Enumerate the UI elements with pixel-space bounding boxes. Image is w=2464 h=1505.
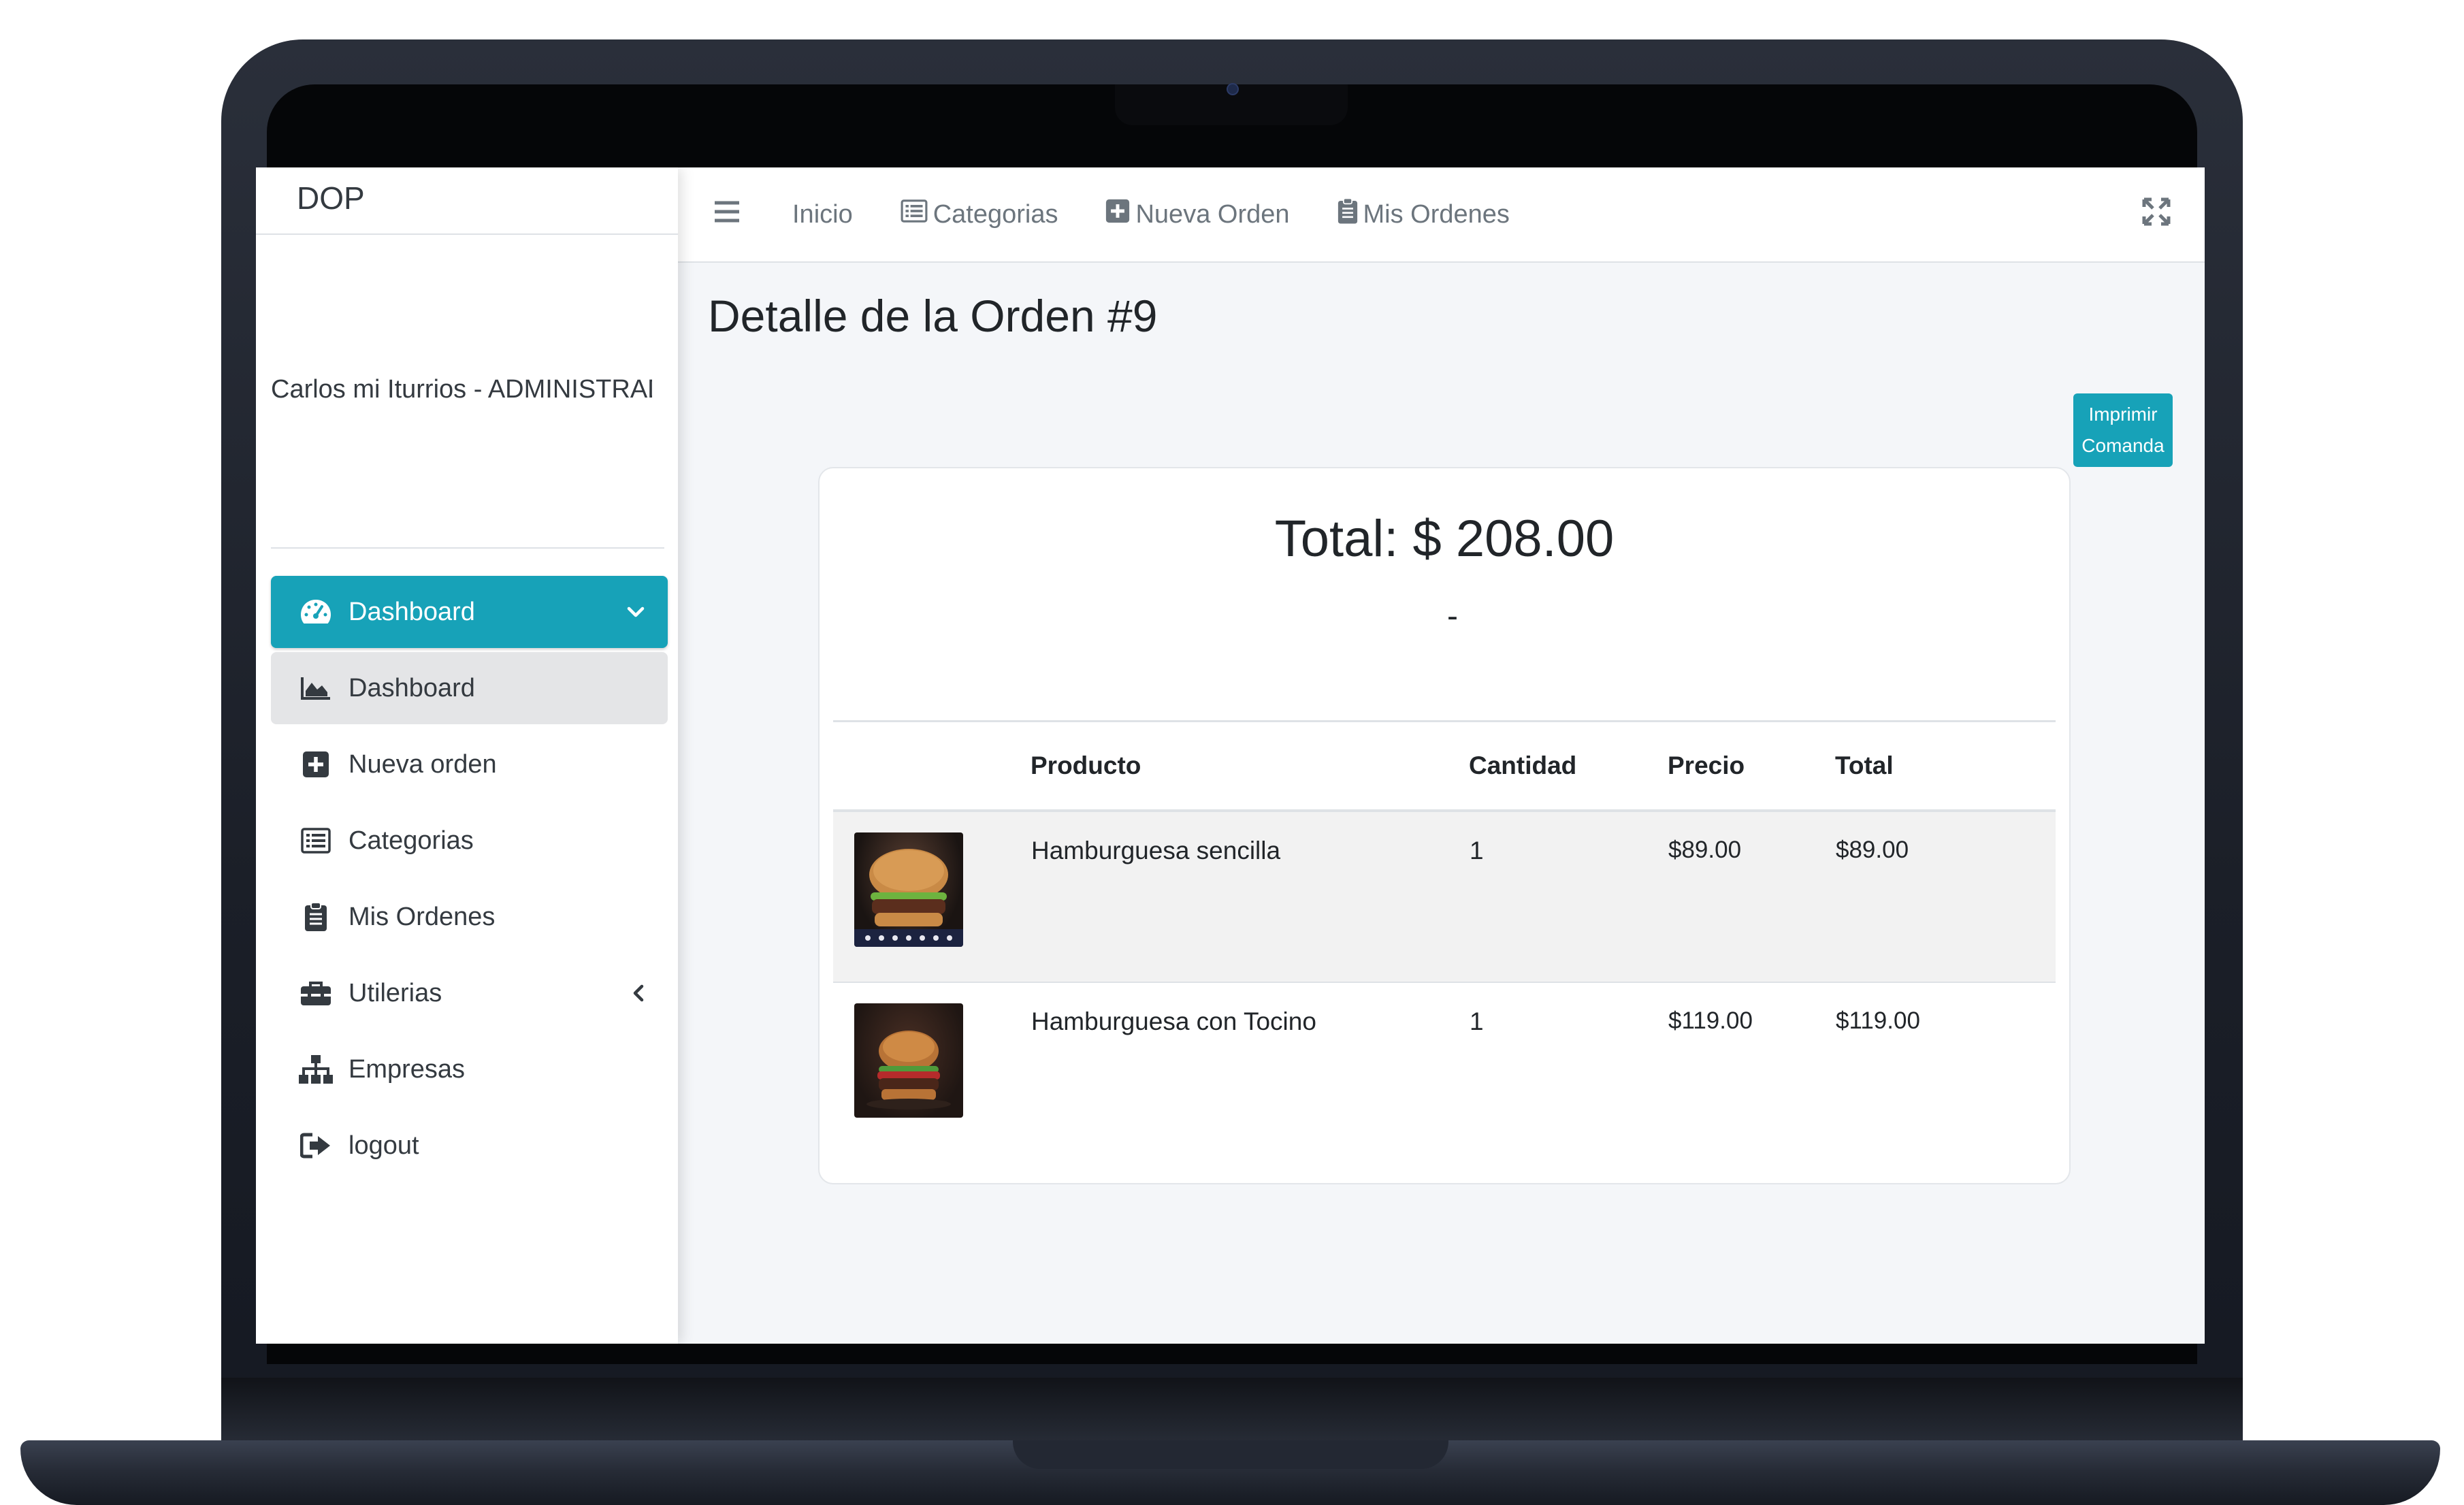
- table-row: Hamburguesa sencilla 1 $89.00 $89.00: [833, 811, 2056, 982]
- sidebar: DOP Carlos mi Iturrios - ADMINISTRADOR D…: [256, 167, 678, 1344]
- tachometer-icon: [297, 598, 335, 626]
- sidebar-nav: Dashboard Dashboard Nueva orden Categori…: [271, 576, 668, 1186]
- chevron-left-icon: [632, 957, 645, 1029]
- sidebar-item-label: Empresas: [348, 1054, 466, 1084]
- topnav-inicio-link[interactable]: Inicio: [792, 200, 853, 229]
- list-alt-icon: [297, 828, 335, 854]
- sidebar-item-logout[interactable]: logout: [271, 1110, 668, 1182]
- top-navbar: Inicio Categorias Nueva Orden Mis Ordene…: [678, 167, 2205, 263]
- brand-text: DOP: [297, 180, 365, 216]
- plus-square-icon: [297, 751, 335, 778]
- user-panel-divider: [271, 547, 664, 549]
- sidebar-item-categorias[interactable]: Categorias: [271, 805, 668, 877]
- cell-total: $119.00: [1835, 982, 2056, 1154]
- product-image-burger: [854, 832, 963, 947]
- topnav-categorias-link[interactable]: Categorias: [901, 199, 1058, 229]
- table-row: Hamburguesa con Tocino 1 $119.00 $119.00: [833, 982, 2056, 1154]
- brand-link[interactable]: DOP: [256, 167, 678, 235]
- order-items-table: Producto Cantidad Precio Total Hamburgue…: [833, 720, 2056, 1154]
- camera-icon: [1227, 83, 1239, 95]
- print-comanda-button[interactable]: Imprimir Comanda: [2073, 393, 2173, 467]
- page-title: Detalle de la Orden #9: [708, 291, 1158, 341]
- sidebar-item-label: Mis Ordenes: [348, 902, 496, 931]
- sidebar-item-label: Categorias: [348, 826, 474, 855]
- hamburger-menu-icon[interactable]: [713, 199, 741, 228]
- sidebar-item-empresas[interactable]: Empresas: [271, 1033, 668, 1105]
- chevron-down-icon: [627, 576, 645, 648]
- top-nav-links: Inicio Categorias Nueva Orden Mis Ordene…: [792, 167, 1557, 261]
- sidebar-item-label: Dashboard: [348, 673, 475, 702]
- order-detail-card: Total: $ 208.00 - Producto Cantidad Prec…: [818, 467, 2071, 1184]
- sidebar-item-label: Nueva orden: [348, 749, 497, 779]
- laptop-hinge: [221, 1378, 2243, 1440]
- print-button-line1: Imprimir: [2088, 404, 2158, 425]
- cell-precio: $119.00: [1668, 982, 1835, 1154]
- clipboard-icon: [297, 902, 335, 932]
- area-chart-icon: [297, 676, 335, 700]
- product-image-bacon-burger: [854, 1003, 963, 1118]
- sitemap-icon: [297, 1054, 335, 1084]
- app-screen: DOP Carlos mi Iturrios - ADMINISTRADOR D…: [256, 167, 2205, 1344]
- print-button-line2: Comanda: [2081, 435, 2165, 456]
- cell-cantidad: 1: [1470, 837, 1484, 864]
- sidebar-item-dashboard-menu[interactable]: Dashboard: [271, 576, 668, 648]
- sign-out-icon: [297, 1132, 335, 1159]
- sidebar-item-nueva-orden[interactable]: Nueva orden: [271, 728, 668, 800]
- cell-cantidad: 1: [1469, 982, 1668, 1154]
- order-subtitle: -: [1447, 598, 1458, 634]
- sidebar-item-label: Dashboard: [348, 597, 475, 626]
- column-header-producto: Producto: [1031, 720, 1469, 812]
- order-total: Total: $ 208.00: [1274, 510, 1615, 568]
- cell-precio: $89.00: [1668, 837, 1742, 863]
- sidebar-item-label: Utilerias: [348, 978, 442, 1007]
- column-header-total: Total: [1835, 720, 2056, 812]
- user-panel: Carlos mi Iturrios - ADMINISTRADOR: [271, 233, 664, 547]
- topnav-mis-ordenes-link[interactable]: Mis Ordenes: [1338, 197, 1510, 231]
- fullscreen-expand-icon[interactable]: [2142, 197, 2171, 229]
- clipboard-icon: [1338, 197, 1363, 231]
- topnav-nueva-orden-link[interactable]: Nueva Orden: [1105, 199, 1290, 230]
- plus-square-icon: [1105, 199, 1135, 230]
- topnav-label: Mis Ordenes: [1363, 199, 1510, 229]
- sidebar-item-label: logout: [348, 1131, 419, 1160]
- cell-producto: Hamburguesa sencilla: [1031, 837, 1281, 864]
- cell-total: $89.00: [1836, 837, 1909, 863]
- sidebar-item-utilerias[interactable]: Utilerias: [271, 957, 668, 1029]
- table-header-row: Producto Cantidad Precio Total: [833, 720, 2056, 812]
- cell-producto: Hamburguesa con Tocino: [1031, 982, 1469, 1154]
- list-alt-icon: [901, 199, 933, 229]
- toolbox-icon: [297, 980, 335, 1007]
- column-header-cantidad: Cantidad: [1469, 720, 1668, 812]
- topnav-label: Categorias: [933, 199, 1058, 229]
- column-header-image: [833, 720, 1031, 812]
- column-header-precio: Precio: [1668, 720, 1835, 812]
- topnav-label: Inicio: [792, 199, 853, 229]
- laptop-base-groove: [1013, 1440, 1448, 1469]
- sidebar-item-mis-ordenes[interactable]: Mis Ordenes: [271, 881, 668, 953]
- user-name[interactable]: Carlos mi Iturrios - ADMINISTRADOR: [271, 375, 652, 404]
- sidebar-item-dashboard[interactable]: Dashboard: [271, 652, 668, 724]
- topnav-label: Nueva Orden: [1135, 199, 1290, 229]
